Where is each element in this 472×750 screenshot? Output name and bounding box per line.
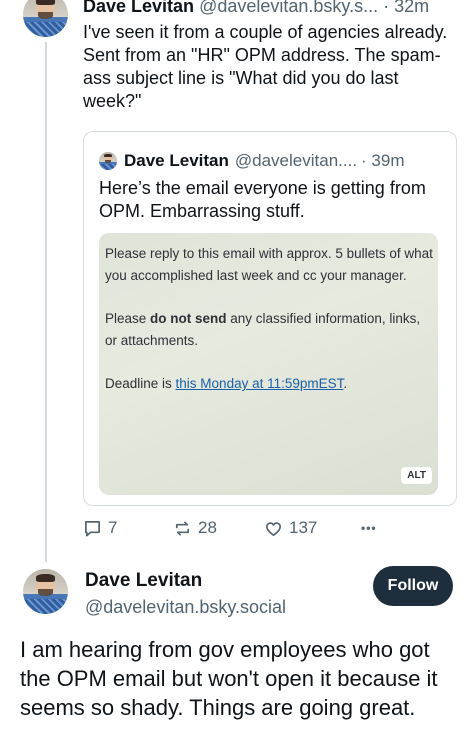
email-line-2: Please do not send any classified inform…: [105, 311, 421, 348]
post-text: I am hearing from gov employees who got …: [20, 637, 438, 720]
author-name[interactable]: Dave Levitan: [85, 570, 202, 592]
email-line-1: Please reply to this email with approx. …: [105, 246, 433, 283]
email-deadline-link: this Monday at 11:59pmEST: [175, 376, 344, 391]
author-handle[interactable]: @davelevitan.bsky.s...: [199, 0, 378, 16]
quoted-author-handle: @davelevitan....: [234, 151, 358, 170]
more-options-button[interactable]: •••: [361, 521, 377, 535]
like-icon: [265, 521, 282, 536]
reply-button[interactable]: 7: [83, 518, 173, 538]
quoted-post-text: Here’s the email everyone is getting fro…: [99, 178, 426, 221]
author-handle[interactable]: @davelevitan.bsky.social: [85, 596, 286, 618]
follow-button[interactable]: Follow: [373, 566, 453, 606]
post-text: I've seen it from a couple of agencies a…: [83, 22, 448, 111]
email-line-3: Deadline is this Monday at 11:59pmEST.: [105, 376, 348, 391]
quoted-avatar: [99, 152, 117, 170]
quoted-post-time: · 39m: [361, 151, 405, 170]
more-icon: •••: [361, 521, 377, 535]
like-count: 137: [289, 518, 318, 537]
quoted-author-name: Dave Levitan: [124, 151, 229, 170]
email-screenshot-image[interactable]: Please reply to this email with approx. …: [99, 233, 438, 495]
quoted-post-card[interactable]: Dave Levitan @davelevitan.... · 39m Here…: [83, 131, 457, 506]
repost-button[interactable]: 28: [173, 518, 264, 538]
avatar[interactable]: [23, 0, 68, 37]
reply-count: 7: [108, 518, 118, 537]
author-name[interactable]: Dave Levitan: [83, 0, 194, 16]
post-time: · 32m: [383, 0, 430, 16]
post-actions: 7 28 137 •••: [83, 518, 377, 538]
reply-icon: [84, 520, 101, 536]
email-bold-text: do not send: [150, 311, 227, 326]
like-button[interactable]: 137: [264, 518, 361, 538]
repost-count: 28: [198, 518, 217, 537]
quoted-post-header: Dave Levitan @davelevitan.... · 39m: [99, 151, 405, 171]
repost-icon: [175, 520, 190, 536]
email-body: Please reply to this email with approx. …: [105, 243, 435, 416]
alt-text-badge[interactable]: ALT: [401, 467, 432, 484]
avatar[interactable]: [23, 569, 68, 614]
post-header: Dave Levitan @davelevitan.bsky.s... · 32…: [83, 0, 429, 17]
thread-line: [45, 42, 47, 562]
